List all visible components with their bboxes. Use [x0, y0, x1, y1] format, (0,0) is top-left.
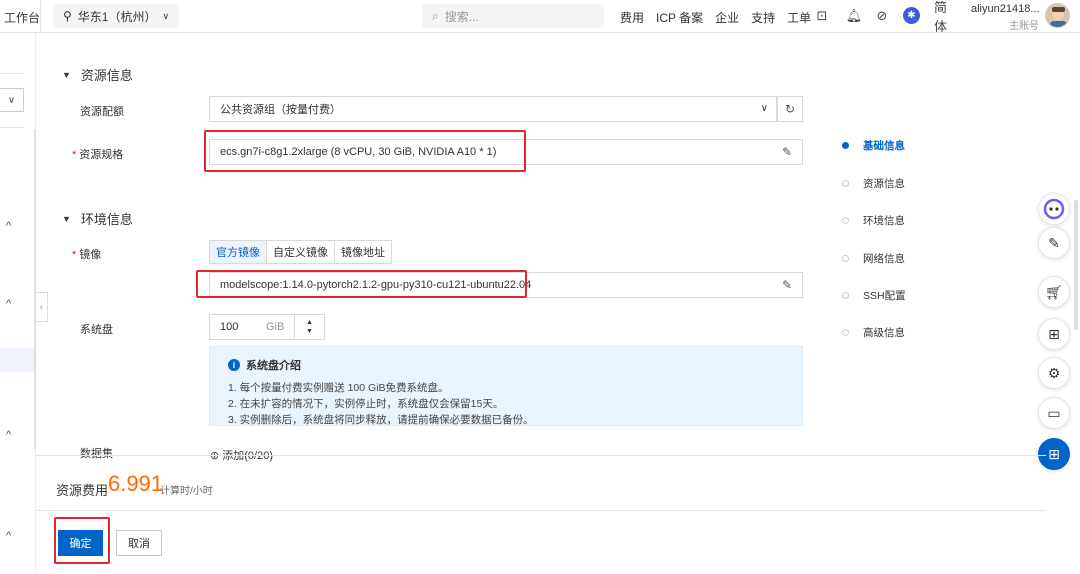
- rail-divider: [0, 73, 24, 74]
- page-scrollbar[interactable]: [1074, 200, 1078, 330]
- chevron-down-icon: ∨: [7, 94, 16, 106]
- section-resource-title: 资源信息: [80, 68, 133, 83]
- anchor-dot: [842, 180, 849, 187]
- quota-label: 资源配额: [80, 106, 124, 118]
- anchor-dot: [842, 255, 849, 262]
- topbar-links: 费用 ICP 备案 企业 支持 工单: [620, 9, 811, 26]
- user-info[interactable]: aliyun21418... 主账号: [971, 3, 1040, 32]
- caret-down-icon: ▼: [62, 213, 71, 224]
- edit-icon[interactable]: ✎: [1038, 227, 1070, 259]
- anchor-env-info[interactable]: 环境信息: [842, 213, 905, 228]
- search-box[interactable]: ⌕ 搜索...: [422, 4, 604, 28]
- image-tabs: 官方镜像 自定义镜像 镜像地址: [209, 240, 392, 264]
- chevron-down-icon: ∨: [162, 10, 170, 21]
- disk-info-title: 系统盘介绍: [246, 360, 301, 372]
- doc-icon[interactable]: ⊞: [1038, 318, 1070, 350]
- gear-icon[interactable]: ⚙: [1038, 357, 1070, 389]
- edit-icon[interactable]: ✎: [782, 145, 792, 159]
- caret-down-icon: ▼: [62, 69, 71, 80]
- region-selector[interactable]: ⚲ 华东1（杭州） ∨: [53, 4, 180, 28]
- chat-icon[interactable]: ▭: [1038, 397, 1070, 429]
- chevron-up-icon[interactable]: ^: [6, 429, 11, 441]
- link-ticket[interactable]: 工单: [787, 9, 811, 26]
- rail-scrollbar[interactable]: [34, 129, 36, 449]
- quota-value: 公共资源组（按量付费）: [220, 104, 341, 116]
- disk-label: 系统盘: [80, 324, 113, 336]
- section-resource-header[interactable]: ▼ 资源信息: [62, 65, 133, 84]
- disk-value[interactable]: 100: [210, 321, 266, 333]
- section-env-title: 环境信息: [80, 212, 133, 227]
- rail-divider: [0, 127, 24, 128]
- chevron-up-icon[interactable]: ^: [6, 298, 11, 310]
- stepper-arrows[interactable]: ▲ ▼: [294, 315, 324, 339]
- anchor-dot: [842, 329, 849, 336]
- user-name: aliyun21418...: [971, 3, 1040, 15]
- disk-info-line: 1. 每个按量付费实例赠送 100 GiB免费系统盘。: [228, 382, 449, 394]
- tab-image-url[interactable]: 镜像地址: [334, 240, 392, 264]
- disk-info-line: 2. 在未扩容的情况下，实例停止时，系统盘仅会保留15天。: [228, 398, 504, 410]
- tab-official-image[interactable]: 官方镜像: [209, 240, 267, 264]
- chevron-up-icon[interactable]: ^: [6, 220, 11, 232]
- settings-icon[interactable]: ✱: [903, 7, 920, 24]
- link-enterprise[interactable]: 企业: [715, 9, 739, 26]
- action-bar: 确定 取消: [36, 510, 1046, 574]
- image-label: * 镜像: [72, 249, 102, 261]
- anchor-basic-info[interactable]: 基础信息: [842, 138, 905, 153]
- stepper-down-icon[interactable]: ▼: [306, 327, 313, 336]
- help-icon[interactable]: ⊘: [873, 7, 891, 25]
- bell-icon[interactable]: 🔔︎: [845, 7, 863, 25]
- link-support[interactable]: 支持: [751, 9, 775, 26]
- left-rail: ∨ ^ ^ ^ ^: [0, 33, 36, 574]
- section-env-header[interactable]: ▼ 环境信息: [62, 209, 133, 228]
- collapse-sidebar-button[interactable]: ‹: [36, 292, 48, 322]
- highlight-box-confirm: [54, 517, 110, 564]
- region-label: 华东1（杭州）: [77, 9, 157, 24]
- price-bar: 资源费用 6.991 计算时/小时: [36, 455, 1046, 510]
- disk-stepper[interactable]: 100 GiB ▲ ▼: [209, 314, 325, 340]
- anchor-dot: [842, 142, 849, 149]
- top-bar: 工作台 ⚲ 华东1（杭州） ∨ ⌕ 搜索... 费用 ICP 备案 企业 支持 …: [0, 0, 1080, 34]
- price-unit: 计算时/小时: [160, 486, 213, 497]
- info-icon: i: [228, 359, 240, 371]
- topbar-divider: [40, 0, 41, 33]
- refresh-icon: ↻: [784, 102, 796, 116]
- price-value: 6.991: [108, 471, 164, 496]
- anchor-network-info[interactable]: 网络信息: [842, 251, 905, 266]
- edit-icon[interactable]: ✎: [782, 278, 792, 292]
- terminal-icon[interactable]: ⊡: [813, 7, 831, 25]
- anchor-dot: [842, 292, 849, 299]
- tab-custom-image[interactable]: 自定义镜像: [266, 240, 335, 264]
- rail-select[interactable]: ∨: [0, 88, 24, 112]
- workbench-link[interactable]: 工作台: [4, 9, 40, 26]
- bot-icon[interactable]: [1038, 193, 1070, 225]
- spec-label: * 资源规格: [72, 149, 124, 161]
- disk-info-header: i 系统盘介绍: [228, 357, 784, 373]
- price-label: 资源费用: [56, 483, 109, 498]
- highlight-box-spec: [204, 130, 526, 172]
- link-billing[interactable]: 费用: [620, 9, 644, 26]
- highlight-box-image: [196, 270, 527, 298]
- rail-selected-item[interactable]: [0, 348, 34, 372]
- anchor-resource-info[interactable]: 资源信息: [842, 176, 905, 191]
- disk-unit: GiB: [266, 321, 285, 333]
- disk-info-line: 3. 实例删除后，系统盘将同步释放，请提前确保必要数据已备份。: [228, 414, 534, 426]
- chevron-up-icon[interactable]: ^: [6, 530, 11, 542]
- disk-info-box: i 系统盘介绍 1. 每个按量付费实例赠送 100 GiB免费系统盘。 2. 在…: [209, 346, 803, 426]
- refresh-button[interactable]: ↻: [777, 96, 803, 122]
- quota-select[interactable]: 公共资源组（按量付费） ∨: [209, 96, 777, 122]
- link-icp[interactable]: ICP 备案: [656, 9, 703, 26]
- anchor-advanced-info[interactable]: 高级信息: [842, 325, 905, 340]
- cart-icon[interactable]: 🛒︎: [1038, 276, 1070, 308]
- location-pin-icon: ⚲: [63, 9, 72, 23]
- stepper-up-icon[interactable]: ▲: [306, 318, 313, 327]
- anchor-ssh-config[interactable]: SSH配置: [842, 288, 906, 303]
- anchor-dot: [842, 217, 849, 224]
- avatar[interactable]: [1045, 3, 1070, 28]
- search-placeholder: 搜索...: [444, 9, 479, 24]
- chevron-down-icon: ∨: [760, 103, 768, 114]
- search-icon: ⌕: [432, 8, 439, 23]
- user-role: 主账号: [1009, 21, 1039, 32]
- cancel-button[interactable]: 取消: [116, 530, 162, 556]
- language-switch[interactable]: 简体: [934, 0, 958, 34]
